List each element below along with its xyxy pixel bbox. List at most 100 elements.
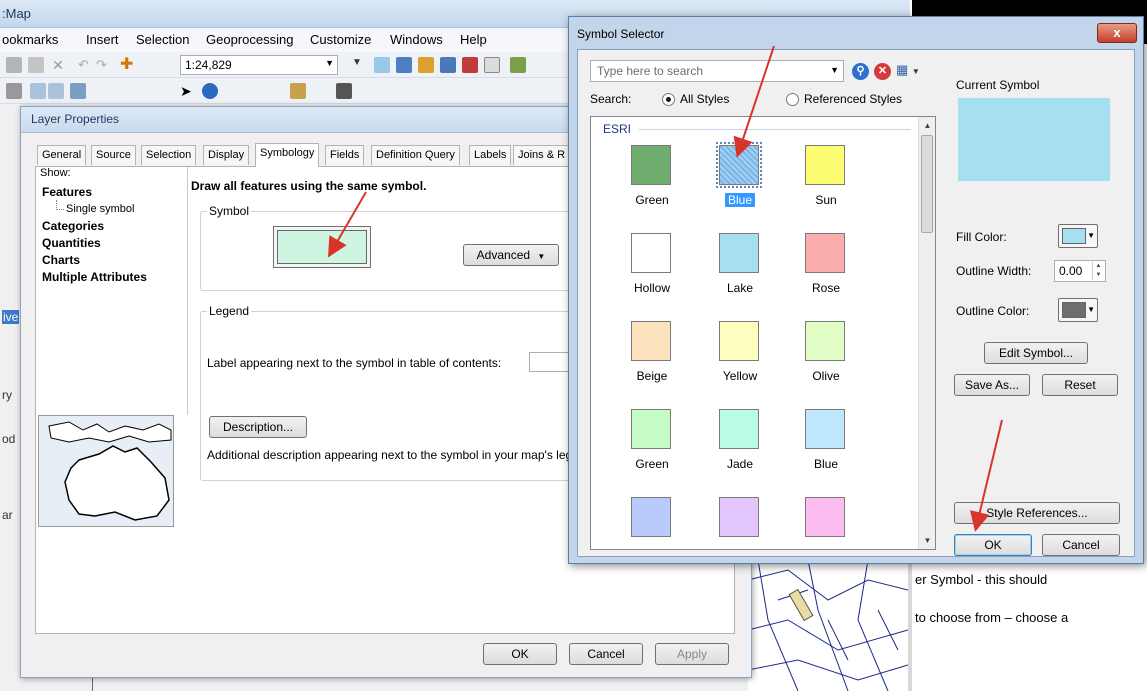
tree-multiple-attributes[interactable]: Multiple Attributes	[42, 270, 147, 284]
chevron-down-icon[interactable]: ▼	[830, 65, 839, 75]
delete-icon[interactable]: ✕	[50, 57, 66, 73]
style-references-button[interactable]: Style References...	[954, 502, 1120, 524]
tree-quantities[interactable]: Quantities	[42, 236, 101, 250]
add-data-icon[interactable]: ✚	[120, 57, 136, 73]
tab-source[interactable]: Source	[91, 145, 136, 165]
menu-windows[interactable]: Windows	[390, 32, 443, 47]
symbol-item[interactable]: Lake	[705, 233, 777, 313]
search-window-icon[interactable]	[440, 57, 456, 73]
reset-button[interactable]: Reset	[1042, 374, 1118, 396]
undo-icon[interactable]: ↶	[78, 57, 94, 73]
symbol-item[interactable]: Blue	[705, 142, 777, 225]
cancel-button[interactable]: Cancel	[1042, 534, 1120, 556]
tab-general[interactable]: General	[37, 145, 87, 165]
find-icon[interactable]	[336, 83, 352, 99]
save-as-button[interactable]: Save As...	[954, 374, 1030, 396]
apply-button[interactable]: Apply	[655, 643, 729, 665]
symbol-item[interactable]	[617, 497, 689, 549]
edit-symbol-button[interactable]: Edit Symbol...	[984, 342, 1088, 364]
doc-line-1: er Symbol - this should	[915, 572, 1048, 587]
symbol-item[interactable]: Hollow	[617, 233, 689, 313]
symbol-swatch	[716, 142, 762, 188]
tab-symbology[interactable]: Symbology	[255, 143, 320, 167]
tab-fields[interactable]: Fields	[325, 145, 365, 165]
scroll-thumb[interactable]	[921, 135, 933, 233]
close-button[interactable]: x	[1097, 23, 1137, 43]
outline-color-picker[interactable]: ▼	[1058, 298, 1098, 322]
outline-width-input[interactable]: 0.00 ▲ ▼	[1054, 260, 1106, 282]
catalog-icon[interactable]	[418, 57, 434, 73]
symbol-name-text: Green	[635, 193, 669, 207]
advanced-button[interactable]: Advanced ▼	[463, 244, 559, 266]
legend-label-input[interactable]	[529, 352, 573, 372]
back-icon[interactable]	[30, 83, 46, 99]
symbol-item[interactable]: Rose	[791, 233, 863, 313]
view-options-icon[interactable]: ▦ ▼	[896, 62, 920, 78]
identify-icon[interactable]	[202, 83, 218, 99]
all-styles-label: All Styles	[680, 92, 730, 106]
symbol-item[interactable]: Green	[617, 145, 689, 225]
ok-button[interactable]: OK	[954, 534, 1032, 556]
document-text: er Symbol - this should to choose from –…	[912, 560, 1147, 691]
symbol-item[interactable]: Olive	[791, 321, 863, 401]
select-features-icon[interactable]	[70, 83, 86, 99]
gallery-scrollbar[interactable]: ▲ ▼	[918, 117, 935, 549]
scroll-down-icon[interactable]: ▼	[919, 532, 935, 549]
toc-selected-fragment: ive	[2, 310, 20, 324]
menu-bookmarks[interactable]: ookmarks	[2, 32, 58, 47]
symbol-swatch	[631, 409, 671, 449]
menu-insert[interactable]: Insert	[86, 32, 119, 47]
tab-display[interactable]: Display	[203, 145, 250, 165]
symbol-item[interactable]	[791, 497, 863, 549]
select-elements-icon[interactable]: ➤	[180, 83, 196, 99]
symbol-item[interactable]: Green	[617, 409, 689, 489]
editor-icon[interactable]	[374, 57, 390, 73]
menu-geoprocessing[interactable]: Geoprocessing	[206, 32, 293, 47]
tree-categories[interactable]: Categories	[42, 219, 104, 233]
symbol-item[interactable]	[705, 497, 777, 549]
symbol-item[interactable]: Yellow	[705, 321, 777, 401]
dropdown-icon[interactable]: ▼	[352, 57, 368, 73]
symbol-item[interactable]: Beige	[617, 321, 689, 401]
symbol-selector-title: Symbol Selector	[577, 27, 665, 41]
fill-color-picker[interactable]: ▼	[1058, 224, 1098, 248]
arctoolbox-icon[interactable]	[462, 57, 478, 73]
symbol-swatch	[805, 409, 845, 449]
search-icon[interactable]: ⚲	[852, 63, 869, 80]
cancel-button[interactable]: Cancel	[569, 643, 643, 665]
spinner-icon[interactable]: ▲ ▼	[1092, 262, 1104, 280]
modelbuilder-icon[interactable]	[510, 57, 526, 73]
symbol-button[interactable]	[273, 226, 371, 268]
menu-customize[interactable]: Customize	[310, 32, 371, 47]
scroll-up-icon[interactable]: ▲	[919, 117, 935, 134]
copy-icon[interactable]	[6, 57, 22, 73]
redo-icon[interactable]: ↷	[96, 57, 112, 73]
table-of-contents-icon[interactable]	[396, 57, 412, 73]
referenced-styles-radio[interactable]	[786, 93, 799, 106]
symbol-name: Hollow	[617, 281, 687, 295]
tab-joins[interactable]: Joins & R	[513, 145, 571, 165]
menu-help[interactable]: Help	[460, 32, 487, 47]
symbol-item[interactable]: Sun	[791, 145, 863, 225]
map-view[interactable]	[748, 560, 908, 691]
forward-icon[interactable]	[48, 83, 64, 99]
python-window-icon[interactable]	[484, 57, 500, 73]
tab-definition-query[interactable]: Definition Query	[371, 145, 460, 165]
menu-selection[interactable]: Selection	[136, 32, 189, 47]
tree-charts[interactable]: Charts	[42, 253, 80, 267]
map-scale-combo[interactable]: 1:24,829 ▼	[180, 55, 338, 75]
description-button[interactable]: Description...	[209, 416, 307, 438]
paste-icon[interactable]	[28, 57, 44, 73]
ok-button[interactable]: OK	[483, 643, 557, 665]
tab-selection[interactable]: Selection	[141, 145, 197, 165]
zoom-extent-icon[interactable]	[6, 83, 22, 99]
tree-features[interactable]: Features	[42, 185, 92, 199]
tab-labels[interactable]: Labels	[469, 145, 512, 165]
symbol-item[interactable]: Blue	[791, 409, 863, 489]
measure-icon[interactable]	[290, 83, 306, 99]
search-input[interactable]	[595, 62, 825, 80]
tree-single-symbol[interactable]: Single symbol	[66, 203, 134, 215]
clear-search-icon[interactable]: ✕	[874, 63, 891, 80]
symbol-item[interactable]: Jade	[705, 409, 777, 489]
all-styles-radio[interactable]	[662, 93, 675, 106]
